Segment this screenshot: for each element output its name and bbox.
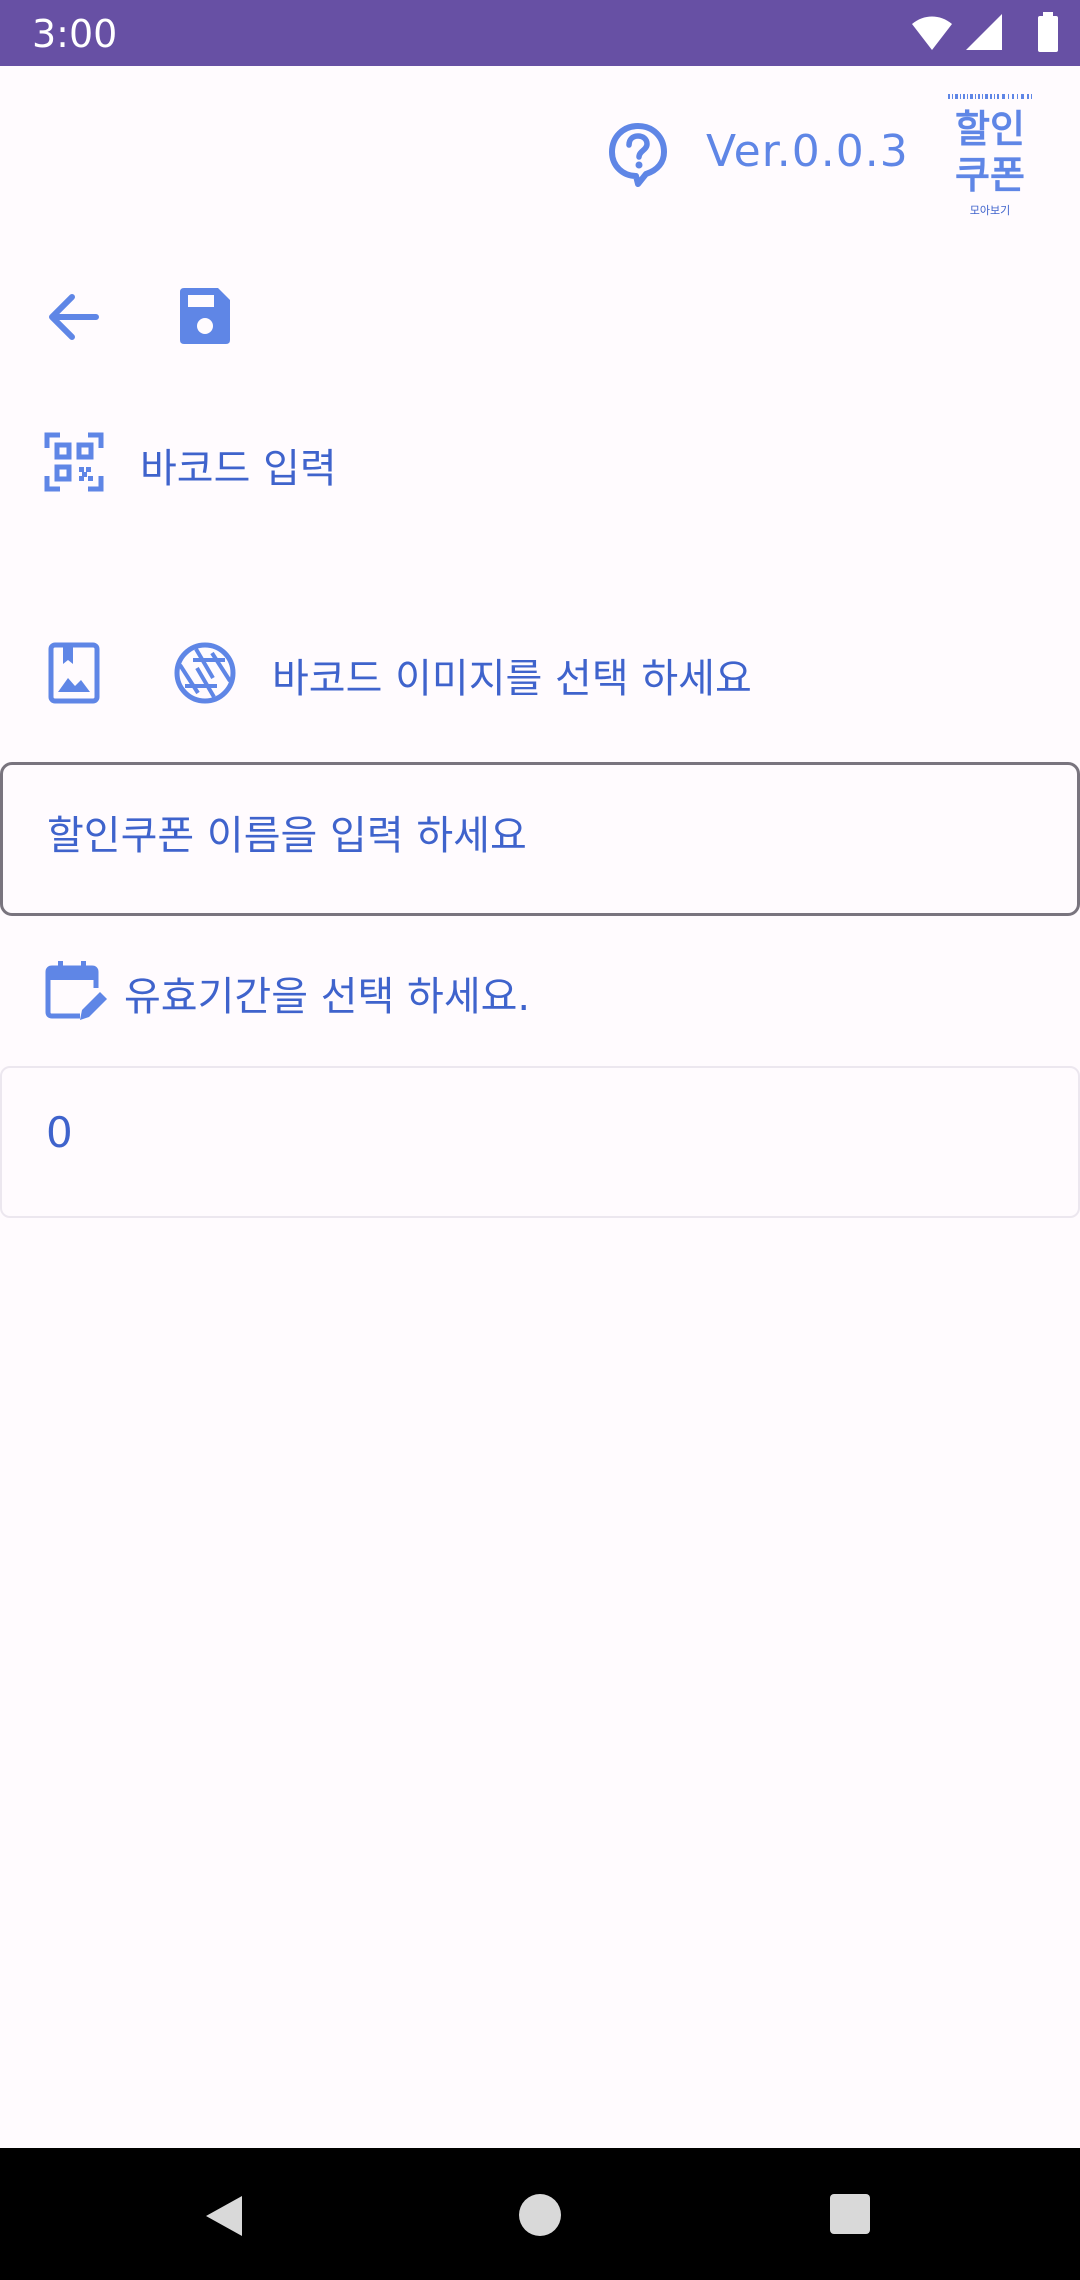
barcode-image-label: 바코드 이미지를 선택 하세요 (272, 656, 752, 702)
expiry-date-label[interactable]: 유효기간을 선택 하세요. (124, 964, 530, 1022)
qr-code-scanner-icon[interactable] (44, 432, 104, 492)
status-time: 3:00 (32, 12, 118, 56)
status-bar: 3:00 (0, 0, 1080, 66)
barcode-input-label[interactable]: 바코드 입력 (140, 436, 337, 494)
nav-recents-icon[interactable] (830, 2194, 870, 2234)
save-icon (180, 288, 230, 344)
coupon-name-placeholder: 할인쿠폰 이름을 입력 하세요 (47, 813, 527, 859)
camera-shutter-icon (174, 642, 236, 704)
amount-value: 0 (46, 1108, 73, 1157)
gallery-button[interactable] (44, 640, 104, 706)
calendar-edit-icon (45, 961, 107, 1020)
version-label: Ver.0.0.3 (706, 126, 909, 177)
logo-caption: 모아보기 (970, 204, 1010, 217)
navigation-bar (0, 2148, 1080, 2280)
logo-line1: 할인 (955, 107, 1025, 151)
coupon-name-input[interactable]: 할인쿠폰 이름을 입력 하세요 (0, 762, 1080, 916)
screen: 3:00 Ver.0.0.3 할인 쿠폰 모아보기 바코드 입력 바코드 이미지… (0, 0, 1080, 2280)
save-button[interactable] (170, 280, 240, 352)
logo-line2: 쿠폰 (955, 153, 1025, 197)
nav-home-icon[interactable] (519, 2194, 561, 2236)
arrow-back-icon (49, 294, 99, 340)
camera-button[interactable] (172, 640, 238, 706)
calendar-edit-button[interactable] (44, 958, 108, 1022)
back-button[interactable] (40, 284, 110, 350)
help-icon[interactable] (608, 122, 668, 188)
battery-icon (1038, 12, 1058, 52)
app-logo: 할인 쿠폰 모아보기 (944, 90, 1036, 220)
amount-field[interactable]: 0 (0, 1066, 1080, 1218)
nav-back-icon[interactable] (202, 2192, 246, 2240)
wifi-icon (912, 16, 952, 50)
signal-icon (966, 14, 1002, 50)
photo-library-icon (48, 642, 100, 704)
